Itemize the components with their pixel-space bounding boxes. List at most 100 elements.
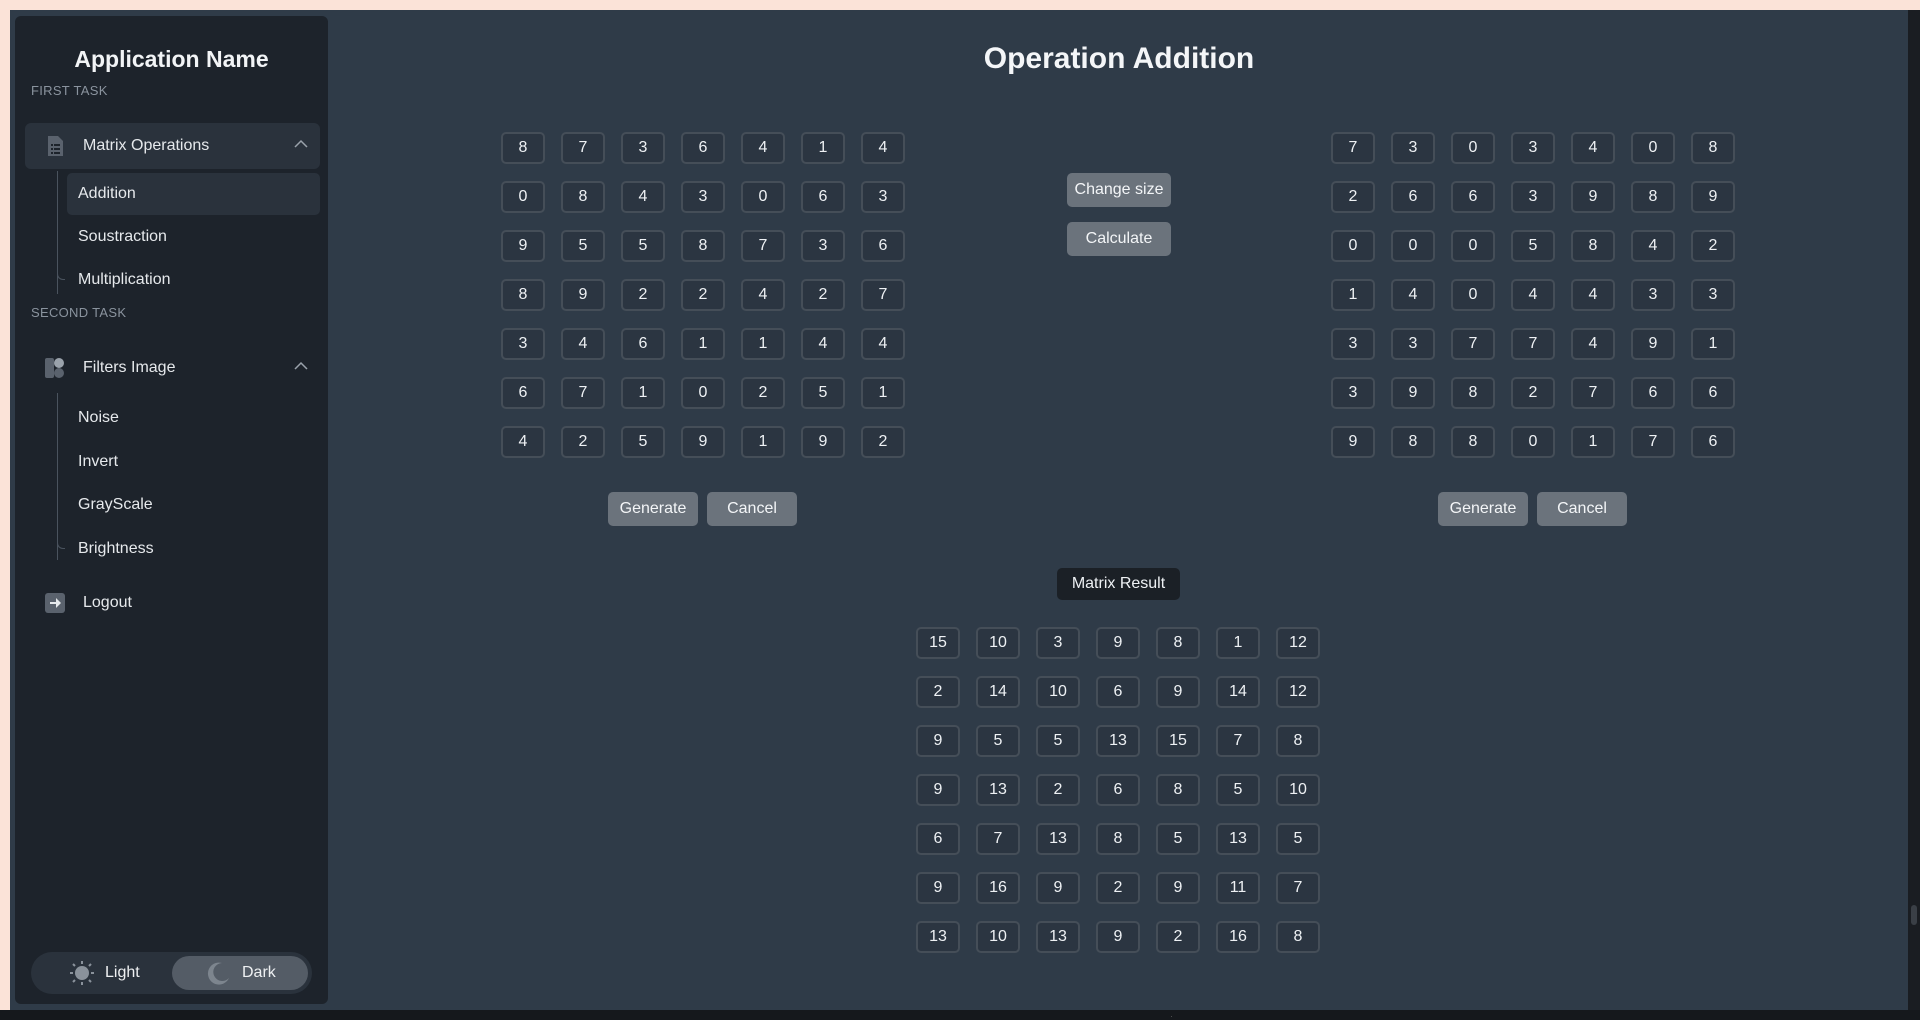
matrix-cell[interactable]: 2 [1511, 377, 1555, 409]
matrix-cell[interactable]: 8 [501, 132, 545, 164]
sidebar-item-multiplication[interactable]: Multiplication [57, 259, 320, 301]
matrix-cell[interactable]: 7 [1331, 132, 1375, 164]
matrix-cell[interactable]: 2 [561, 426, 605, 458]
matrix-cell[interactable]: 5 [621, 230, 665, 262]
matrix-cell[interactable]: 3 [1511, 181, 1555, 213]
matrix-cell[interactable]: 0 [1331, 230, 1375, 262]
matrix-cell[interactable]: 9 [1391, 377, 1435, 409]
matrix-cell[interactable]: 3 [1631, 279, 1675, 311]
matrix-cell[interactable]: 6 [1391, 181, 1435, 213]
matrix-cell[interactable]: 7 [1511, 328, 1555, 360]
matrix-cell[interactable]: 2 [861, 426, 905, 458]
chevron-up-icon[interactable] [294, 361, 308, 371]
matrix-cell[interactable]: 8 [1391, 426, 1435, 458]
matrix-cell[interactable]: 4 [1511, 279, 1555, 311]
matrix-cell[interactable]: 5 [561, 230, 605, 262]
matrix-cell[interactable]: 4 [1631, 230, 1675, 262]
matrix-cell[interactable]: 0 [1451, 279, 1495, 311]
matrix-cell[interactable]: 8 [1451, 426, 1495, 458]
matrix-cell[interactable]: 6 [861, 230, 905, 262]
matrix-cell[interactable]: 1 [1691, 328, 1735, 360]
matrix-cell[interactable]: 1 [681, 328, 725, 360]
matrix-cell[interactable]: 8 [1631, 181, 1675, 213]
matrix-cell[interactable]: 0 [1391, 230, 1435, 262]
matrix-cell[interactable]: 5 [801, 377, 845, 409]
matrix-cell[interactable]: 0 [1451, 230, 1495, 262]
sidebar-item-soustraction[interactable]: Soustraction [67, 216, 320, 258]
matrix-cell[interactable]: 4 [741, 279, 785, 311]
matrix-cell[interactable]: 9 [561, 279, 605, 311]
scrollbar[interactable] [1908, 10, 1920, 1010]
matrix-cell[interactable]: 4 [741, 132, 785, 164]
matrix-cell[interactable]: 4 [801, 328, 845, 360]
matrix-cell[interactable]: 2 [681, 279, 725, 311]
matrix-cell[interactable]: 3 [1391, 132, 1435, 164]
matrix-cell[interactable]: 7 [561, 377, 605, 409]
matrix-cell[interactable]: 9 [501, 230, 545, 262]
matrix-cell[interactable]: 4 [1571, 132, 1615, 164]
matrix-cell[interactable]: 2 [1331, 181, 1375, 213]
matrix-cell[interactable]: 8 [1571, 230, 1615, 262]
matrix-cell[interactable]: 2 [741, 377, 785, 409]
generate-button-a[interactable]: Generate [608, 492, 698, 526]
matrix-cell[interactable]: 3 [501, 328, 545, 360]
group-matrix-operations[interactable]: Matrix Operations [25, 123, 320, 169]
sidebar-item-brightness[interactable]: Brightness [57, 528, 320, 570]
matrix-cell[interactable]: 1 [741, 328, 785, 360]
sidebar-item-addition[interactable]: Addition [67, 173, 320, 215]
matrix-cell[interactable]: 0 [1451, 132, 1495, 164]
matrix-cell[interactable]: 3 [861, 181, 905, 213]
scrollbar-thumb[interactable] [1911, 905, 1917, 925]
matrix-cell[interactable]: 6 [501, 377, 545, 409]
matrix-cell[interactable]: 0 [681, 377, 725, 409]
matrix-cell[interactable]: 9 [1631, 328, 1675, 360]
matrix-cell[interactable]: 3 [621, 132, 665, 164]
sidebar-item-noise[interactable]: Noise [67, 397, 320, 439]
matrix-cell[interactable]: 5 [621, 426, 665, 458]
matrix-cell[interactable]: 2 [621, 279, 665, 311]
matrix-cell[interactable]: 0 [1631, 132, 1675, 164]
matrix-cell[interactable]: 4 [1571, 328, 1615, 360]
matrix-cell[interactable]: 1 [741, 426, 785, 458]
matrix-cell[interactable]: 7 [741, 230, 785, 262]
matrix-cell[interactable]: 1 [1331, 279, 1375, 311]
matrix-cell[interactable]: 6 [1691, 426, 1735, 458]
generate-button-b[interactable]: Generate [1438, 492, 1528, 526]
matrix-cell[interactable]: 4 [861, 132, 905, 164]
matrix-cell[interactable]: 9 [801, 426, 845, 458]
matrix-cell[interactable]: 6 [681, 132, 725, 164]
sidebar-item-grayscale[interactable]: GrayScale [67, 484, 320, 526]
matrix-cell[interactable]: 9 [1571, 181, 1615, 213]
matrix-cell[interactable]: 1 [621, 377, 665, 409]
matrix-cell[interactable]: 2 [801, 279, 845, 311]
sidebar-item-invert[interactable]: Invert [67, 441, 320, 483]
calculate-button[interactable]: Calculate [1067, 222, 1171, 256]
chevron-up-icon[interactable] [294, 139, 308, 149]
matrix-cell[interactable]: 3 [801, 230, 845, 262]
matrix-cell[interactable]: 4 [1571, 279, 1615, 311]
matrix-cell[interactable]: 4 [501, 426, 545, 458]
cancel-button-a[interactable]: Cancel [707, 492, 797, 526]
matrix-cell[interactable]: 5 [1511, 230, 1555, 262]
matrix-cell[interactable]: 6 [621, 328, 665, 360]
matrix-cell[interactable]: 3 [681, 181, 725, 213]
matrix-cell[interactable]: 3 [1391, 328, 1435, 360]
theme-dark-option[interactable]: Dark [172, 956, 308, 990]
matrix-cell[interactable]: 7 [1631, 426, 1675, 458]
matrix-cell[interactable]: 7 [1451, 328, 1495, 360]
matrix-cell[interactable]: 8 [501, 279, 545, 311]
matrix-cell[interactable]: 4 [621, 181, 665, 213]
matrix-cell[interactable]: 4 [1391, 279, 1435, 311]
cancel-button-b[interactable]: Cancel [1537, 492, 1627, 526]
group-filters-image[interactable]: Filters Image [25, 345, 320, 391]
matrix-cell[interactable]: 6 [1691, 377, 1735, 409]
matrix-cell[interactable]: 9 [681, 426, 725, 458]
matrix-cell[interactable]: 0 [741, 181, 785, 213]
matrix-cell[interactable]: 8 [1691, 132, 1735, 164]
matrix-cell[interactable]: 0 [501, 181, 545, 213]
matrix-cell[interactable]: 8 [681, 230, 725, 262]
matrix-cell[interactable]: 3 [1511, 132, 1555, 164]
matrix-cell[interactable]: 8 [1451, 377, 1495, 409]
matrix-cell[interactable]: 6 [801, 181, 845, 213]
matrix-cell[interactable]: 7 [1571, 377, 1615, 409]
